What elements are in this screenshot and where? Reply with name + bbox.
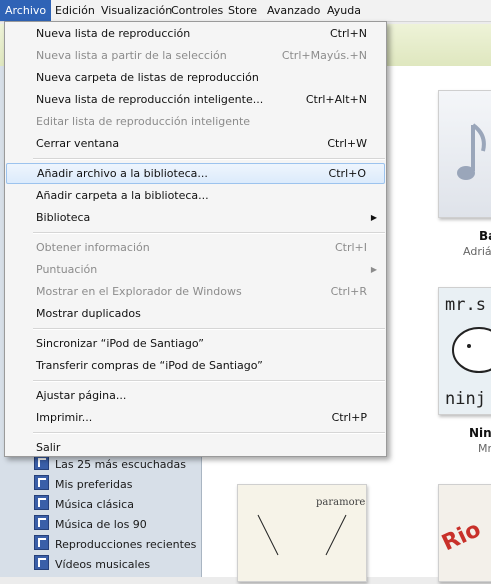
submenu-arrow-icon: ▶ [370, 213, 377, 222]
menu-item-cerrar-ventana[interactable]: Cerrar ventana Ctrl+W [6, 133, 385, 154]
menu-item-mostrar-explorador: Mostrar en el Explorador de Windows Ctrl+… [36, 285, 367, 298]
menu-separator [33, 232, 385, 234]
menu-item-nueva-lista[interactable]: Nueva lista de reproducción Ctrl+N [6, 23, 385, 44]
smart-playlist-icon [34, 555, 49, 570]
svg-text:mr.s: mr.s [445, 295, 486, 315]
menu-separator [33, 432, 385, 434]
menu-avanzado[interactable]: Avanzado [262, 0, 325, 21]
file-menu-dropdown: Nueva lista de reproducción Ctrl+N Nueva … [4, 21, 387, 457]
menu-item-ajustar-pagina[interactable]: Ajustar página... [6, 385, 385, 406]
playlist-item[interactable]: Las 25 más escuchadas [34, 455, 186, 475]
submenu-arrow-icon: ▶ [370, 265, 377, 274]
album-cover[interactable] [438, 90, 491, 218]
menu-item-nueva-carpeta[interactable]: Nueva carpeta de listas de reproducción [6, 67, 385, 88]
smart-playlist-icon [34, 515, 49, 530]
menu-controles[interactable]: Controles [166, 0, 228, 21]
menu-store[interactable]: Store [223, 0, 262, 21]
menu-edicion[interactable]: Edición [50, 0, 100, 21]
menu-separator [33, 380, 385, 382]
menu-item-puntuacion: Puntuación ▶ [6, 259, 385, 280]
album-title: Nin [469, 426, 491, 440]
menu-separator [33, 158, 385, 160]
album-artist: Mr [478, 442, 491, 455]
menu-item-nueva-lista-inteligente[interactable]: Nueva lista de reproducción inteligente.… [6, 89, 385, 110]
smart-playlist-icon [34, 535, 49, 550]
smart-playlist-icon [34, 475, 49, 490]
smart-playlist-icon [34, 495, 49, 510]
menu-item-sincronizar-ipod[interactable]: Sincronizar “iPod de Santiago” [6, 333, 385, 354]
playlist-item[interactable]: Reproducciones recientes [34, 535, 196, 555]
menu-item-transferir-compras[interactable]: Transferir compras de “iPod de Santiago” [6, 355, 385, 376]
svg-text:ninj: ninj [445, 389, 486, 409]
menu-separator [33, 328, 385, 330]
playlist-item[interactable]: Música clásica [34, 495, 134, 515]
menu-item-imprimir[interactable]: Imprimir... Ctrl+P [6, 407, 385, 428]
album-cover[interactable]: paramore [237, 484, 367, 582]
music-note-icon [457, 123, 486, 180]
menu-item-obtener-informacion: Obtener información Ctrl+I [36, 241, 367, 254]
svg-text:paramore: paramore [316, 497, 365, 508]
menu-archivo[interactable]: Archivo [0, 0, 52, 21]
menu-bar: Archivo Edición Visualización Controles … [0, 0, 491, 22]
menu-item-salir[interactable]: Salir [6, 437, 385, 458]
menu-ayuda[interactable]: Ayuda [322, 0, 366, 21]
album-artist: Adriá [463, 245, 491, 258]
menu-item-anadir-carpeta[interactable]: Añadir carpeta a la biblioteca... [6, 185, 385, 206]
menu-item-anadir-archivo[interactable]: Añadir archivo a la biblioteca... Ctrl+O [6, 163, 385, 184]
playlist-item[interactable]: Vídeos musicales [34, 555, 150, 575]
menu-item-mostrar-duplicados[interactable]: Mostrar duplicados [6, 303, 385, 324]
svg-text:Rio: Rio [439, 517, 485, 556]
album-cover[interactable]: mr.s ninj [438, 287, 491, 415]
album-art: paramore [257, 497, 365, 556]
album-art: mr.s ninj [445, 295, 491, 409]
album-title: Ba [479, 229, 491, 243]
playlist-item[interactable]: Mis preferidas [34, 475, 132, 495]
playlist-item[interactable]: Música de los 90 [34, 515, 147, 535]
menu-item-editar-lista-inteligente: Editar lista de reproducción inteligente [36, 115, 251, 128]
menu-item-biblioteca[interactable]: Biblioteca ▶ [6, 207, 385, 228]
album-art: Rio [438, 517, 485, 556]
album-cover[interactable]: Rio [438, 484, 491, 582]
menu-item-nueva-lista-seleccion: Nueva lista a partir de la selección Ctrl… [36, 49, 367, 62]
